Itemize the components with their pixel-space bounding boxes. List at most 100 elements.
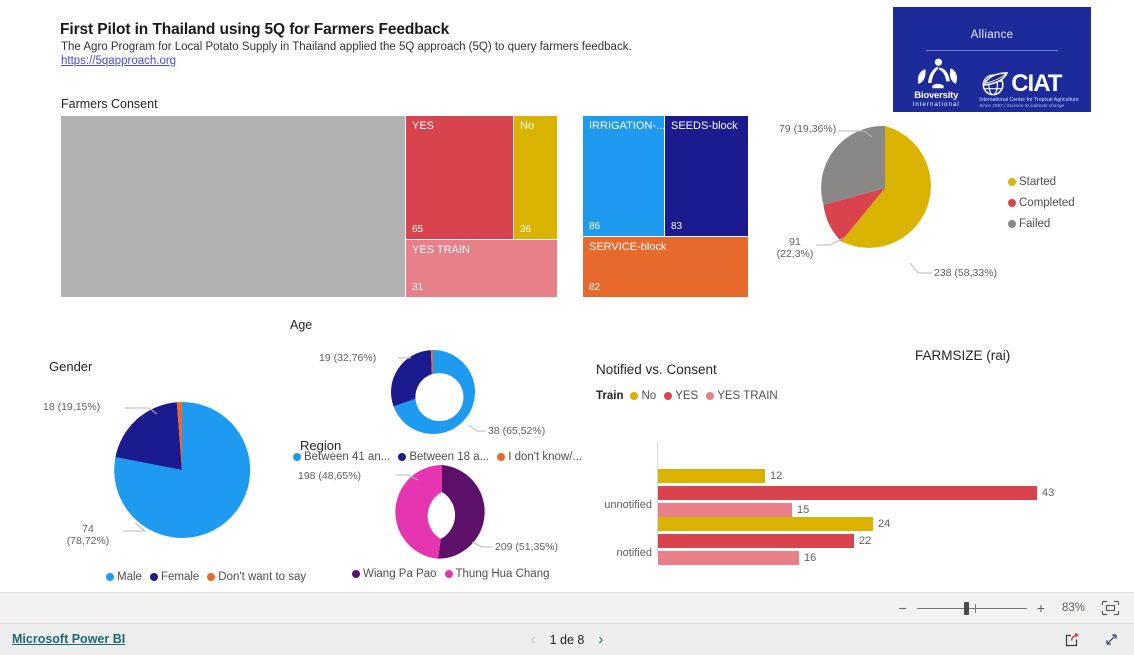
legend-color-dot bbox=[293, 453, 301, 461]
pie-callout-started: 238 (58,33%) bbox=[934, 267, 998, 279]
status-pie-legend[interactable]: Started Completed Failed bbox=[1008, 176, 1075, 239]
gender-legend[interactable]: Male Female Don't want to say bbox=[106, 571, 314, 583]
bioversity-sub: International bbox=[912, 102, 960, 108]
legend-color-dot bbox=[630, 392, 639, 400]
bar-unnotified-yes-train[interactable] bbox=[658, 503, 792, 517]
treemap-cell-value: 82 bbox=[589, 282, 601, 293]
gender-title: Gender bbox=[49, 359, 93, 374]
legend-item-no[interactable]: No bbox=[630, 390, 656, 402]
age-donut-chart[interactable]: 19 (32,76%) 38 (65,52%) bbox=[280, 335, 580, 455]
legend-label: YES bbox=[675, 390, 699, 402]
legend-color-dot bbox=[706, 392, 715, 400]
donut-callout-wiang-pa-pao: 209 (51,35%) bbox=[495, 541, 559, 553]
ciat-wordmark: CIAT bbox=[1011, 70, 1062, 97]
treemap-cell-unlabeled[interactable] bbox=[61, 116, 405, 297]
notified-vs-consent-chart[interactable]: Notified vs. Consent Train No YES YES TR… bbox=[596, 362, 1091, 565]
blocks-treemap[interactable]: IRRIGATION-... 86 SEEDS-block 83 SERVICE… bbox=[583, 116, 748, 297]
legend-color-dot bbox=[149, 573, 158, 581]
pie-callout-female: 18 (19,15%) bbox=[43, 401, 101, 413]
legend-color-dot bbox=[207, 573, 216, 581]
zoom-slider-thumb[interactable] bbox=[963, 602, 969, 615]
farmers-consent-title: Farmers Consent bbox=[61, 97, 158, 111]
legend-color-dot bbox=[106, 573, 114, 581]
leader-line-age-a bbox=[468, 424, 478, 432]
donut-callout-41-plus: 38 (65,52%) bbox=[488, 425, 546, 437]
treemap-cell-no[interactable]: No 36 bbox=[514, 116, 557, 239]
pie-callout-completed-value: 91 bbox=[789, 236, 801, 248]
zoom-slider-tick bbox=[974, 604, 976, 613]
legend-item-started[interactable]: Started bbox=[1008, 176, 1056, 188]
treemap-cell-label: SEEDS-block bbox=[671, 120, 738, 132]
legend-label: Started bbox=[1019, 176, 1057, 188]
bar-value: 12 bbox=[770, 470, 783, 482]
bar-category-label: notified bbox=[616, 547, 652, 559]
legend-color-dot bbox=[664, 392, 673, 400]
leader-line-started bbox=[909, 262, 919, 274]
bar-value: 24 bbox=[878, 518, 891, 530]
pie-callout-failed: 79 (19,36%) bbox=[779, 123, 837, 135]
treemap-cell-value: 65 bbox=[412, 224, 424, 235]
age-title: Age bbox=[290, 318, 313, 332]
legend-item-male[interactable]: Male bbox=[106, 571, 142, 583]
region-donut-chart[interactable]: 198 (48,65%) 209 (51,35%) Wiang Pa Pao T… bbox=[290, 462, 580, 587]
legend-item-wiang-pa-pao[interactable]: Wiang Pa Pao bbox=[352, 568, 437, 580]
notified-legend[interactable]: Train No YES YES TRAIN bbox=[596, 390, 786, 402]
treemap-cell-yes-train[interactable]: YES TRAIN 31 bbox=[406, 240, 557, 297]
treemap-cell-yes[interactable]: YES 65 bbox=[406, 116, 513, 239]
fit-to-page-icon[interactable] bbox=[1101, 600, 1120, 616]
donut-slice-thung-hua-chang bbox=[395, 465, 442, 559]
zoom-out-button[interactable]: − bbox=[899, 601, 907, 615]
legend-item-thung-hua-chang[interactable]: Thung Hua Chang bbox=[444, 568, 550, 580]
bioversity-name: Bioversity bbox=[914, 90, 959, 101]
zoom-in-button[interactable]: + bbox=[1037, 601, 1045, 615]
region-legend[interactable]: Wiang Pa Pao Thung Hua Chang bbox=[352, 568, 558, 580]
legend-color-dot bbox=[497, 453, 506, 461]
farmers-consent-treemap[interactable]: YES 65 No 36 YES TRAIN 31 bbox=[61, 116, 557, 297]
legend-color-dot bbox=[444, 570, 453, 578]
treemap-cell-label: YES TRAIN bbox=[412, 244, 470, 256]
treemap-cell-seeds-block[interactable]: SEEDS-block 83 bbox=[665, 116, 748, 236]
ciat-globe-leaf-icon bbox=[982, 72, 1009, 96]
next-page-button[interactable]: › bbox=[598, 632, 603, 647]
bar-value: 22 bbox=[859, 535, 872, 547]
notified-chart-title: Notified vs. Consent bbox=[596, 362, 717, 377]
legend-label: Male bbox=[117, 571, 142, 583]
report-footer: Microsoft Power BI ‹ 1 de 8 › bbox=[0, 623, 1134, 655]
legend-label: Wiang Pa Pao bbox=[363, 568, 437, 580]
treemap-cell-irrigation-block[interactable]: IRRIGATION-... 86 bbox=[583, 116, 664, 236]
legend-color-dot bbox=[398, 453, 407, 461]
legend-item-yes[interactable]: YES bbox=[664, 390, 698, 402]
treemap-cell-label: IRRIGATION-... bbox=[589, 120, 664, 132]
bar-unnotified-no[interactable] bbox=[658, 469, 765, 483]
treemap-cell-value: 36 bbox=[520, 224, 532, 235]
approach-link[interactable]: https://5qapproach.org bbox=[61, 55, 176, 67]
bar-value: 15 bbox=[797, 504, 810, 516]
legend-label: Failed bbox=[1019, 218, 1051, 230]
donut-callout-18-40: 19 (32,76%) bbox=[319, 352, 377, 364]
legend-label: YES TRAIN bbox=[717, 390, 778, 402]
legend-item-female[interactable]: Female bbox=[149, 571, 199, 583]
legend-label: Completed bbox=[1019, 197, 1075, 209]
bar-notified-no[interactable] bbox=[658, 517, 873, 531]
bar-unnotified-yes[interactable] bbox=[658, 486, 1037, 500]
legend-color-dot bbox=[1008, 199, 1016, 207]
fullscreen-icon[interactable] bbox=[1103, 631, 1120, 648]
treemap-cell-value: 83 bbox=[671, 221, 683, 232]
legend-item-completed[interactable]: Completed bbox=[1008, 197, 1075, 209]
previous-page-button[interactable]: ‹ bbox=[531, 632, 536, 647]
legend-item-yes-train[interactable]: YES TRAIN bbox=[706, 390, 778, 402]
legend-color-dot bbox=[1008, 220, 1016, 228]
zoom-slider[interactable] bbox=[916, 602, 1027, 615]
report-canvas: First Pilot in Thailand using 5Q for Far… bbox=[0, 0, 1134, 592]
bar-notified-yes[interactable] bbox=[658, 534, 854, 548]
bar-notified-yes-train[interactable] bbox=[658, 551, 799, 565]
treemap-cell-service-block[interactable]: SERVICE-block 82 bbox=[583, 237, 748, 297]
status-pie-chart[interactable]: 79 (19,36%) 91 (22,3%) 238 (58,33%) Star… bbox=[760, 110, 1090, 300]
treemap-cell-value: 86 bbox=[589, 221, 601, 232]
bar-value: 16 bbox=[804, 552, 817, 564]
legend-item-failed[interactable]: Failed bbox=[1008, 218, 1050, 230]
bioversity-plant-icon bbox=[917, 58, 957, 89]
share-icon[interactable] bbox=[1064, 631, 1081, 648]
page-title: First Pilot in Thailand using 5Q for Far… bbox=[60, 21, 450, 38]
legend-title: Train bbox=[596, 390, 624, 402]
